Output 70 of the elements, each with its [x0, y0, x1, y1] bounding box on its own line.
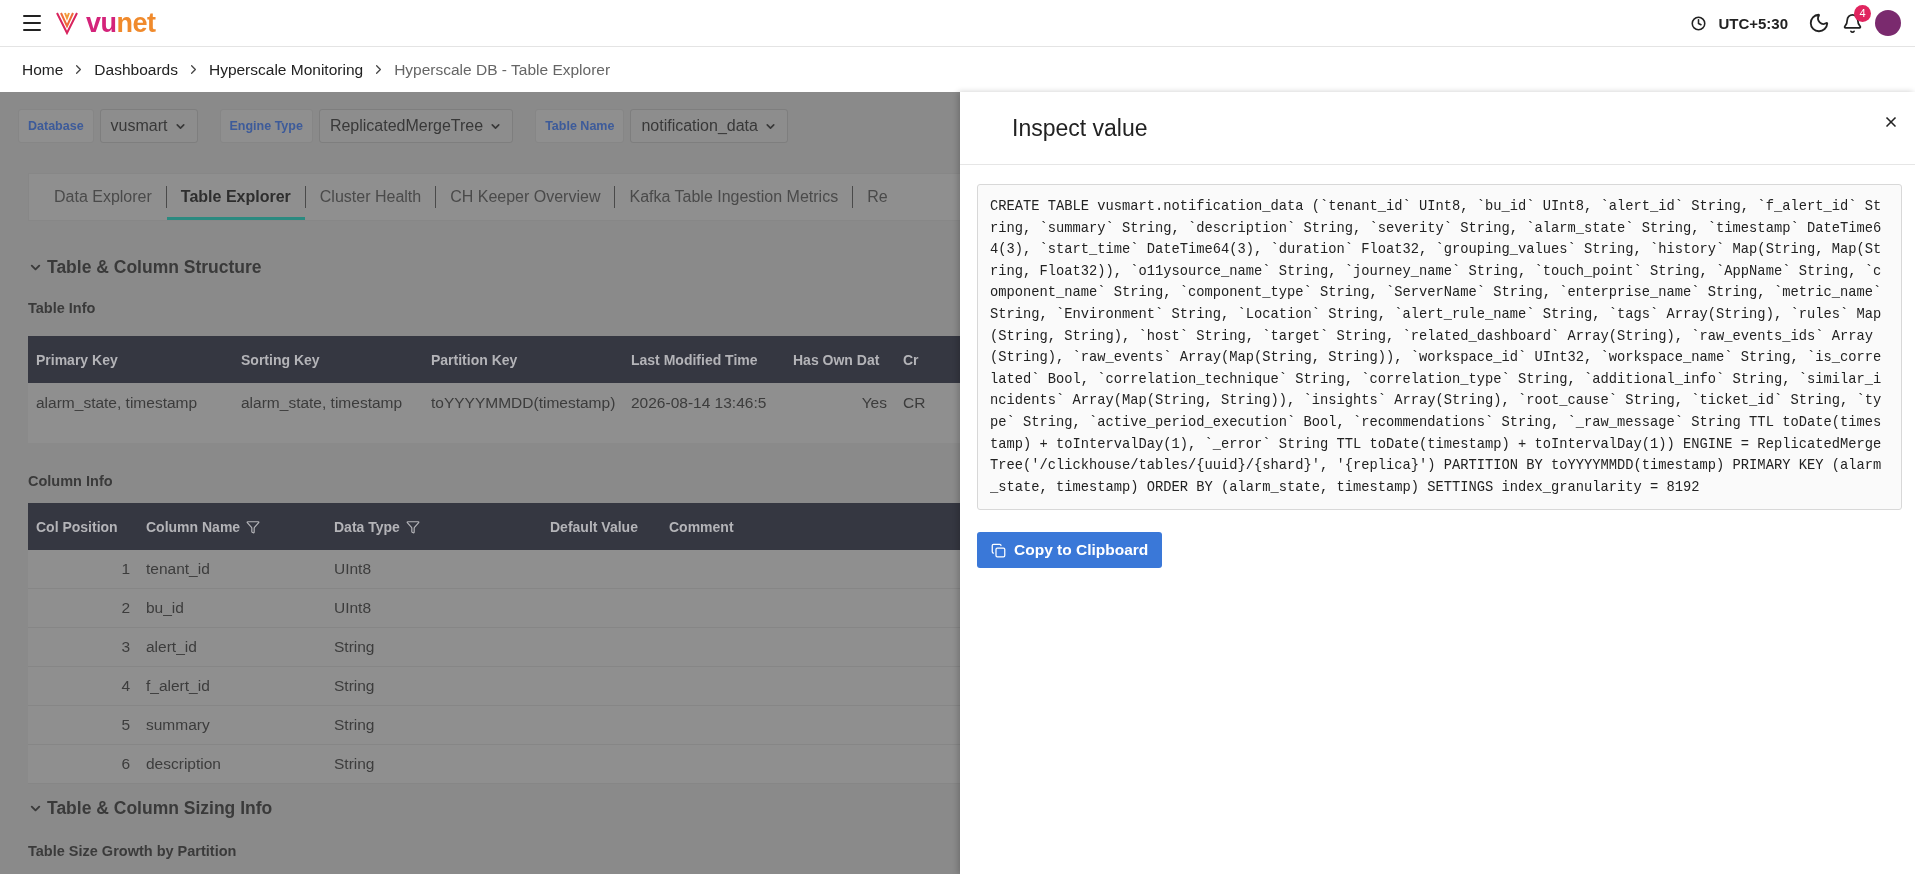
table-cell-text: alarm_state, timestamp — [35, 394, 199, 412]
table-cell-text: UInt8 — [333, 560, 373, 578]
table-cell-text: UInt8 — [333, 599, 373, 617]
tab[interactable]: Re — [853, 174, 902, 220]
table-cell-text: tenant_id — [145, 560, 211, 578]
copy-icon — [991, 542, 1006, 558]
section-title[interactable]: Table & Column Sizing Info — [47, 798, 273, 819]
table-cell-text: alert_id — [145, 638, 198, 656]
table-cell-text: Yes — [860, 394, 888, 412]
breadcrumb-link[interactable]: Home — [22, 60, 64, 79]
column-header: Sorting Key — [240, 351, 321, 368]
notification-badge: 4 — [1854, 4, 1871, 22]
column-header: Column Name — [146, 518, 241, 535]
subsection-title: Table Info — [28, 300, 97, 316]
table-cell-text: summary — [145, 716, 211, 734]
filter-icon[interactable] — [405, 519, 420, 534]
section-title[interactable]: Table & Column Structure — [47, 257, 262, 278]
tab[interactable]: Kafka Table Ingestion Metrics — [615, 174, 853, 220]
column-header: Primary Key — [35, 351, 119, 368]
code-block: CREATE TABLE vusmart.notification_data (`tenant_id` UInt8, `bu_id` UInt8, `alert_id` String, `f_alert_id` String, `summary` String, `description` String, `severity` String, `alarm_state` String, `timestamp` DateTime64(3), `start_time` DateTime64(3), `duration` Float32, `grouping_values` String, `history` Map(String, Map(String, Float32)), `o11ysource_name` String, `journey_name` String, `touch_point` String, `AppName` String, `component_name` String, `component_type` String, `ServerName` String, `enterprise_name` String, `metric_name` String, `Environment` String, `Location` String, `alert_rule_name` String, `tags` Array(String), `rules` Map(String, String), `host` String, `target` String, `related_dashboard` Array(String), `raw_events_ids` Array(String), `raw_events` Array(Map(String, String)), `workspace_id` UInt32, `workspace_name` String, `is_correlated` Bool, `correlation_technique` String, `correlation_type` String, `additional_info` String, `similar_incidents` Array(Map(String, String)), `insights` Array(String), `root_cause` String, `ticket_id` String, `type` String, `active_period_execution` Bool, `recommendations` String, `_raw_message` String TTL toDate(timestamp) + toIntervalDay(1), `_error` String TTL toDate(timestamp) + toIntervalDay(1)) ENGINE = ReplicatedMergeTree('/clickhouse/tables/{uuid}/{shard}', '{replica}') PARTITION BY toYYYYMMDD(timestamp) PRIMARY KEY (alarm_state, timestamp) ORDER BY (alarm_state, timestamp) SETTINGS index_granularity = 8192 — [977, 184, 1902, 511]
tab[interactable]: CH Keeper Overview — [436, 174, 615, 220]
column-header: Col Position — [36, 518, 118, 535]
column-header: Partition Key — [430, 351, 519, 368]
column-header: Data Type — [334, 518, 400, 535]
table-cell-text: 3 — [120, 638, 131, 656]
column-header: Comment — [669, 518, 734, 535]
breadcrumb-link[interactable]: Hyperscale Monitoring — [208, 60, 364, 79]
table-cell-text: toYYYYMMDD(timestamp) — [430, 394, 617, 412]
table-cell-text: 4 — [120, 677, 131, 695]
breadcrumb-link[interactable]: Dashboards — [94, 60, 178, 79]
filter-icon[interactable] — [246, 519, 261, 534]
table-cell-text: 1 — [120, 560, 131, 578]
moon-icon[interactable] — [1808, 12, 1830, 34]
table-cell-text: String — [333, 716, 376, 734]
clock-icon — [1691, 15, 1707, 31]
drawer-title: Inspect value — [1012, 114, 1148, 142]
filter-label: Engine Type — [219, 109, 313, 143]
table-cell-text: 2026-08-14 13:46:5 — [630, 394, 768, 412]
tab[interactable]: Data Explorer — [40, 174, 166, 220]
table-cell-text: String — [333, 638, 376, 656]
table-cell-text: 2 — [120, 599, 131, 617]
avatar[interactable] — [1875, 10, 1901, 36]
filter-dropdown[interactable]: notification_data — [630, 109, 788, 143]
column-header: Default Value — [550, 518, 638, 535]
table-cell-text: alarm_state, timestamp — [240, 394, 404, 412]
table-cell-text: String — [333, 755, 376, 773]
table-cell-text: CR — [902, 394, 927, 412]
filter-dropdown[interactable]: vusmart — [99, 109, 198, 143]
filter-label: Table Name — [535, 109, 625, 143]
table-cell-text: bu_id — [145, 599, 185, 617]
column-header: Cr — [902, 351, 920, 368]
table-cell-text: f_alert_id — [145, 677, 211, 695]
breadcrumb-link[interactable]: Hyperscale DB - Table Explorer — [394, 60, 611, 79]
column-header: Has Own Dat — [792, 351, 881, 368]
copy-button[interactable]: Copy to Clipboard — [977, 532, 1163, 569]
timezone-label[interactable]: UTC+5:30 — [1718, 14, 1788, 32]
close-button[interactable] — [1883, 114, 1899, 130]
table-cell-text: 5 — [120, 716, 131, 734]
tab[interactable]: Cluster Health — [305, 174, 436, 220]
table-cell-text: description — [145, 755, 222, 773]
tab[interactable]: Table Explorer — [166, 174, 305, 220]
logo-icon — [56, 11, 78, 35]
subsection-title: Table Size Growth by Partition — [28, 843, 238, 859]
filter-dropdown[interactable]: ReplicatedMergeTree — [318, 109, 514, 143]
subsection-title: Column Info — [28, 473, 114, 489]
table-cell-text: 6 — [120, 755, 131, 773]
filter-label: Database — [18, 109, 94, 143]
logo-text: vunet — [86, 7, 156, 39]
column-header: Last Modified Time — [630, 351, 759, 368]
table-cell-text: String — [333, 677, 376, 695]
